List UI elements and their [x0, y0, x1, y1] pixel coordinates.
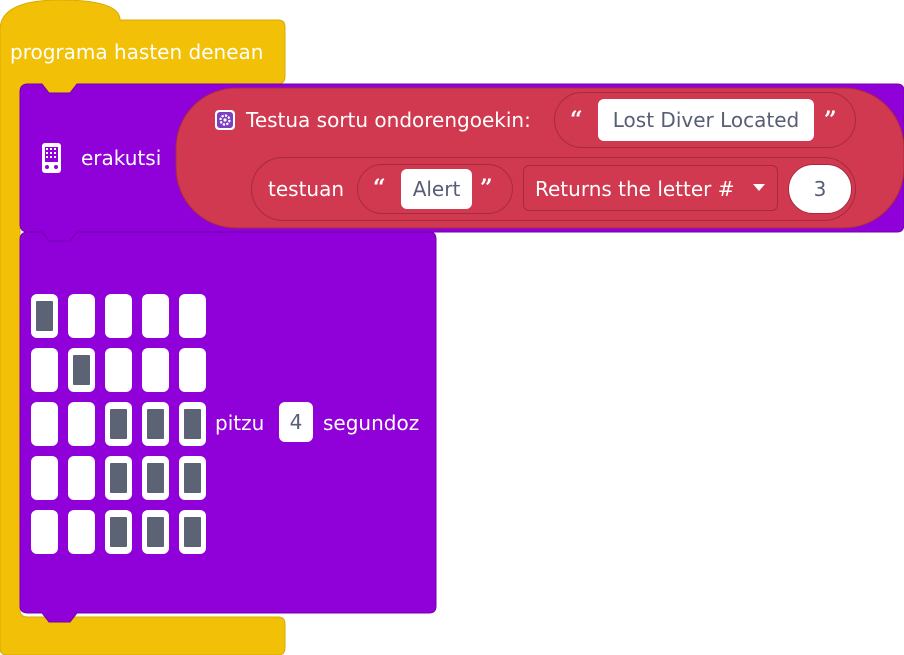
- dropdown-caret-icon: [753, 184, 765, 191]
- led-cell-r0-c0[interactable]: [31, 294, 58, 338]
- led-cell-r0-c2[interactable]: [105, 294, 132, 338]
- text-field-alert[interactable]: Alert: [401, 169, 472, 209]
- duration-field[interactable]: 4: [279, 402, 313, 442]
- event-block-label: programa hasten denean: [10, 40, 264, 64]
- led-cell-r4-c4[interactable]: [179, 510, 206, 554]
- quote-close-icon: ”: [824, 107, 837, 133]
- led-cell-r1-c2[interactable]: [105, 348, 132, 392]
- led-cell-r4-c1[interactable]: [68, 510, 95, 554]
- led-cell-r0-c1[interactable]: [68, 294, 95, 338]
- led-cell-r0-c4[interactable]: [179, 294, 206, 338]
- led-cell-r3-c0[interactable]: [31, 456, 58, 500]
- led-cell-r4-c0[interactable]: [31, 510, 58, 554]
- text-field-lost-diver[interactable]: Lost Diver Located: [598, 99, 814, 141]
- led-cell-r0-c3[interactable]: [142, 294, 169, 338]
- char-at-label: testuan: [268, 177, 345, 201]
- quote-close-icon: ”: [480, 175, 493, 201]
- letter-dropdown-label: Returns the letter #: [535, 177, 735, 201]
- led-cell-r2-c1[interactable]: [68, 402, 95, 446]
- led-cell-r2-c2[interactable]: [105, 402, 132, 446]
- quote-open-icon: “: [570, 107, 583, 133]
- led-cell-r2-c0[interactable]: [31, 402, 58, 446]
- led-cell-r3-c2[interactable]: [105, 456, 132, 500]
- screen-icon: [41, 143, 62, 173]
- led-cell-r4-c3[interactable]: [142, 510, 169, 554]
- quote-open-icon: “: [373, 175, 386, 201]
- led-cell-r1-c1[interactable]: [68, 348, 95, 392]
- led-cell-r3-c3[interactable]: [142, 456, 169, 500]
- show-block-label: erakutsi: [81, 146, 162, 170]
- led-cell-r1-c0[interactable]: [31, 348, 58, 392]
- join-block-label: Testua sortu ondorengoekin:: [246, 108, 531, 132]
- number-field[interactable]: 3: [788, 164, 852, 214]
- led-cell-r3-c4[interactable]: [179, 456, 206, 500]
- led-cell-r4-c2[interactable]: [105, 510, 132, 554]
- led-cell-r2-c3[interactable]: [142, 402, 169, 446]
- led-cell-r1-c4[interactable]: [179, 348, 206, 392]
- led-cell-r3-c1[interactable]: [68, 456, 95, 500]
- gear-icon[interactable]: [215, 110, 235, 130]
- led-cell-r1-c3[interactable]: [142, 348, 169, 392]
- led-cell-r2-c4[interactable]: [179, 402, 206, 446]
- pause-label-after: segundoz: [323, 411, 420, 435]
- pause-label-before: pitzu: [215, 411, 265, 435]
